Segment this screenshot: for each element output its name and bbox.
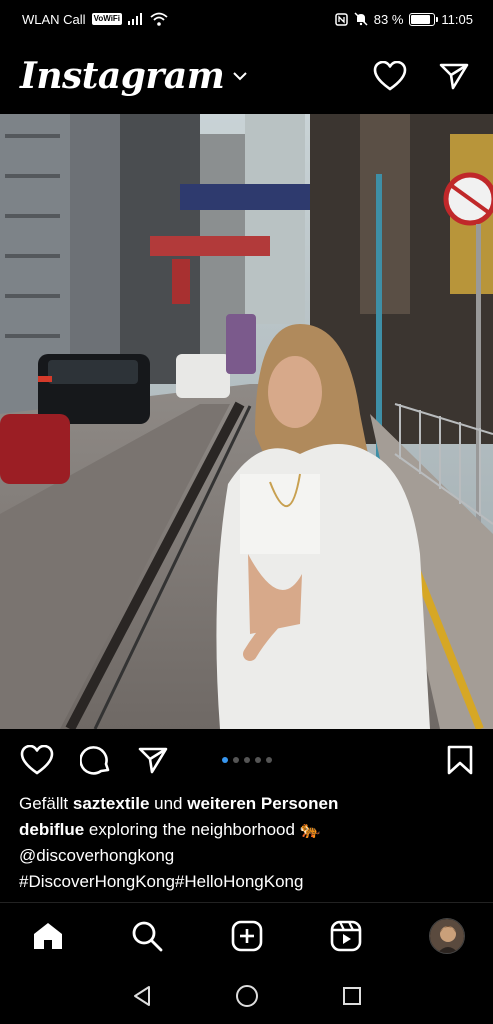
post-photo[interactable] bbox=[0, 114, 493, 729]
mute-bell-icon bbox=[354, 12, 368, 26]
carousel-dot bbox=[232, 757, 239, 763]
app-header: Instagram bbox=[0, 38, 493, 114]
wifi-icon bbox=[150, 12, 168, 26]
status-bar: WLAN Call VoWiFi 83 % 11:05 bbox=[0, 0, 493, 38]
caption-username[interactable]: debiflue bbox=[19, 820, 84, 839]
back-icon[interactable] bbox=[132, 985, 152, 1007]
search-icon[interactable] bbox=[131, 920, 163, 952]
post-caption: Gefällt saztextile und weiteren Personen… bbox=[19, 791, 479, 895]
status-left: WLAN Call VoWiFi bbox=[22, 12, 168, 27]
header-actions bbox=[373, 61, 469, 91]
carousel-indicator bbox=[221, 757, 272, 763]
bottom-navigation bbox=[0, 902, 493, 968]
add-icon[interactable] bbox=[231, 920, 263, 952]
battery-fill bbox=[411, 14, 430, 24]
status-right: 83 % 11:05 bbox=[335, 12, 473, 27]
signal-icon bbox=[128, 13, 143, 25]
caption-hashtags[interactable]: #DiscoverHongKong#HelloHongKong bbox=[19, 869, 479, 895]
battery-percent: 83 % bbox=[373, 11, 404, 27]
likes-line: Gefällt saztextile und weiteren Personen bbox=[19, 791, 479, 817]
chevron-down-icon bbox=[233, 72, 248, 81]
nfc-icon bbox=[335, 12, 348, 26]
post-actions-left bbox=[20, 744, 168, 776]
carousel-dot bbox=[254, 757, 261, 763]
avatar-image bbox=[430, 918, 464, 953]
caption-text: exploring the neighborhood 🐅 bbox=[84, 820, 321, 839]
like-heart-icon[interactable] bbox=[20, 745, 54, 775]
post-actions bbox=[0, 729, 493, 791]
clock: 11:05 bbox=[441, 11, 473, 27]
home-icon[interactable] bbox=[32, 921, 64, 951]
battery-icon bbox=[409, 12, 439, 26]
likes-user-link[interactable]: saztextile bbox=[73, 794, 150, 813]
likes-prefix: Gefällt bbox=[19, 794, 73, 813]
instagram-logo: Instagram bbox=[20, 55, 225, 97]
send-icon[interactable] bbox=[439, 62, 469, 90]
comment-icon[interactable] bbox=[80, 744, 112, 776]
logo-switcher[interactable]: Instagram bbox=[20, 55, 248, 97]
heart-icon[interactable] bbox=[373, 61, 407, 91]
likes-middle: und bbox=[149, 794, 188, 813]
street-scene-image bbox=[0, 114, 493, 729]
bookmark-icon[interactable] bbox=[447, 745, 473, 775]
recents-icon[interactable] bbox=[342, 986, 362, 1006]
caption-mention[interactable]: @discoverhongkong bbox=[19, 843, 479, 869]
reels-icon[interactable] bbox=[330, 920, 362, 952]
caption-line: debiflue exploring the neighborhood 🐅 bbox=[19, 817, 479, 843]
carrier-label: WLAN Call bbox=[22, 11, 86, 27]
share-send-icon[interactable] bbox=[138, 746, 168, 774]
likes-others-link[interactable]: weiteren Personen bbox=[187, 794, 338, 813]
profile-avatar[interactable] bbox=[429, 917, 465, 954]
system-navigation bbox=[0, 968, 493, 1024]
vowifi-badge: VoWiFi bbox=[91, 13, 123, 25]
carousel-dot bbox=[221, 757, 228, 763]
carousel-dot bbox=[265, 757, 272, 763]
carousel-dot bbox=[243, 757, 250, 763]
home-circle-icon[interactable] bbox=[235, 984, 259, 1008]
